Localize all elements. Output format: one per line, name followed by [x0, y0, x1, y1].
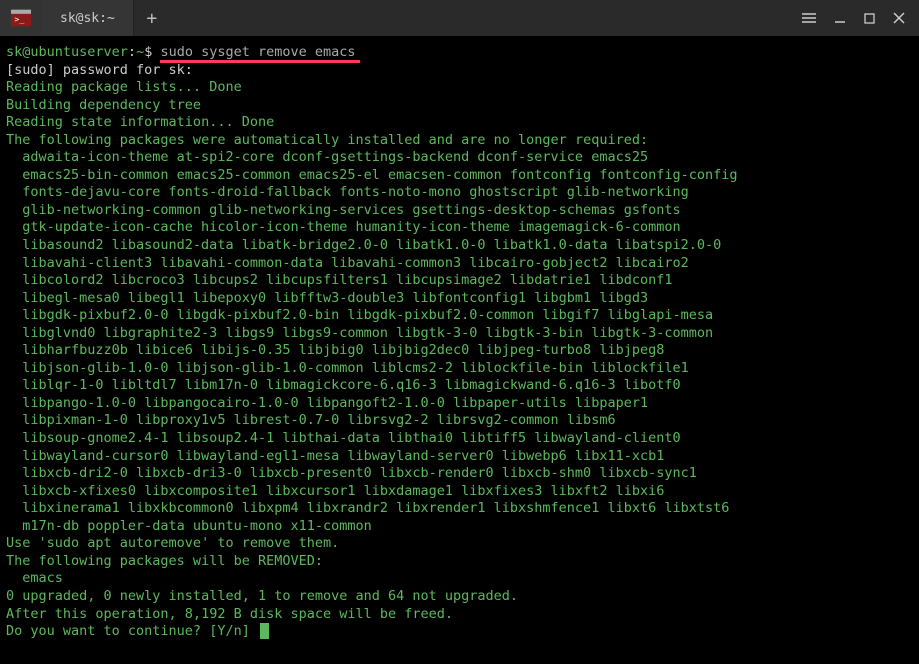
package-line: emacs	[6, 570, 913, 588]
output-line: 0 upgraded, 0 newly installed, 1 to remo…	[6, 588, 913, 606]
sudo-password-line: [sudo] password for sk:	[6, 62, 913, 80]
output-line: Use 'sudo apt autoremove' to remove them…	[6, 535, 913, 553]
package-line: libpixman-1-0 libproxy1v5 librest-0.7-0 …	[6, 412, 913, 430]
package-line: libharfbuzz0b libice6 libijs-0.35 libjbi…	[6, 342, 913, 360]
menu-icon[interactable]	[802, 13, 816, 23]
package-line: libsoup-gnome2.4-1 libsoup2.4-1 libthai-…	[6, 430, 913, 448]
package-line: libavahi-client3 libavahi-common-data li…	[6, 255, 913, 273]
prompt-line: sk@ubuntuserver:~$ sudo sysget remove em…	[6, 44, 913, 62]
tab-title: sk@sk:~	[60, 11, 115, 26]
package-line: gtk-update-icon-cache hicolor-icon-theme…	[6, 219, 913, 237]
svg-text:>_: >_	[14, 14, 25, 24]
titlebar-right	[802, 12, 919, 24]
titlebar: >_ sk@sk:~ +	[0, 0, 919, 36]
output-line: The following packages were automaticall…	[6, 132, 913, 150]
terminal-body[interactable]: sk@ubuntuserver:~$ sudo sysget remove em…	[0, 36, 919, 664]
package-line: libegl-mesa0 libegl1 libepoxy0 libfftw3-…	[6, 290, 913, 308]
output-line: Building dependency tree	[6, 97, 913, 115]
package-line: m17n-db poppler-data ubuntu-mono x11-com…	[6, 518, 913, 536]
command-text: sudo sysget remove emacs	[160, 44, 355, 60]
package-line: libxinerama1 libxkbcommon0 libxpm4 libxr…	[6, 500, 913, 518]
output-line: Reading state information... Done	[6, 114, 913, 132]
prompt-sep: :	[128, 44, 136, 60]
package-line: adwaita-icon-theme at-spi2-core dconf-gs…	[6, 149, 913, 167]
new-tab-button[interactable]: +	[134, 0, 170, 36]
terminal-app-icon[interactable]: >_	[0, 0, 42, 36]
close-button[interactable]	[893, 12, 905, 24]
package-line: libjson-glib-1.0-0 libjson-glib-1.0-comm…	[6, 360, 913, 378]
titlebar-left: >_ sk@sk:~ +	[0, 0, 170, 36]
plus-icon: +	[146, 8, 157, 29]
package-line: libgdk-pixbuf2.0-0 libgdk-pixbuf2.0-bin …	[6, 307, 913, 325]
maximize-button[interactable]	[864, 13, 875, 24]
output-line: Reading package lists... Done	[6, 79, 913, 97]
output-line: The following packages will be REMOVED:	[6, 553, 913, 571]
package-line: emacs25-bin-common emacs25-common emacs2…	[6, 167, 913, 185]
package-line: fonts-dejavu-core fonts-droid-fallback f…	[6, 184, 913, 202]
cursor	[260, 623, 269, 639]
tab-terminal[interactable]: sk@sk:~	[42, 0, 134, 36]
package-line: liblqr-1-0 libltdl7 libm17n-0 libmagickc…	[6, 377, 913, 395]
package-line: libxcb-dri2-0 libxcb-dri3-0 libxcb-prese…	[6, 465, 913, 483]
prompt-path: ~	[136, 44, 144, 60]
package-line: libasound2 libasound2-data libatk-bridge…	[6, 237, 913, 255]
minimize-button[interactable]	[834, 12, 846, 24]
package-line: libxcb-xfixes0 libxcomposite1 libxcursor…	[6, 483, 913, 501]
continue-prompt: Do you want to continue? [Y/n]	[6, 623, 913, 641]
package-line: glib-networking-common glib-networking-s…	[6, 202, 913, 220]
package-line: libpango-1.0-0 libpangocairo-1.0-0 libpa…	[6, 395, 913, 413]
package-line: libglvnd0 libgraphite2-3 libgs9 libgs9-c…	[6, 325, 913, 343]
output-line: After this operation, 8,192 B disk space…	[6, 606, 913, 624]
package-line: libcolord2 libcroco3 libcups2 libcupsfil…	[6, 272, 913, 290]
prompt-user-host: sk@ubuntuserver	[6, 44, 128, 60]
package-line: libwayland-cursor0 libwayland-egl1-mesa …	[6, 448, 913, 466]
highlight-underline	[160, 60, 359, 63]
